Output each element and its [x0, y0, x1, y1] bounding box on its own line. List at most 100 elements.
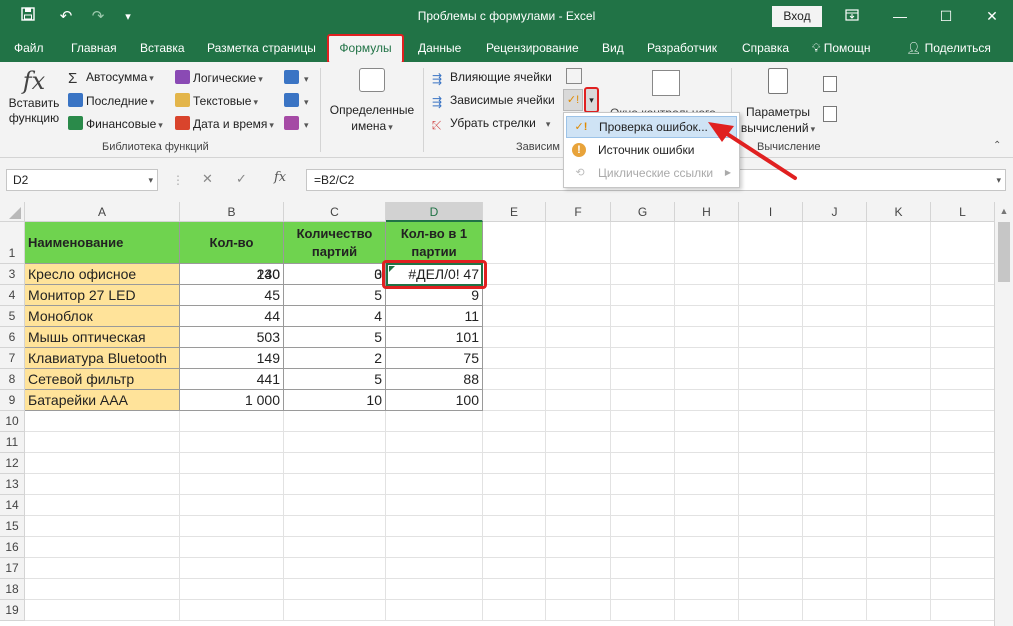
vertical-scrollbar[interactable]: ▲: [994, 202, 1013, 626]
insert-function-icon[interactable]: fx: [274, 170, 286, 185]
cell[interactable]: [483, 369, 546, 390]
cell[interactable]: [675, 327, 739, 348]
autosum-button[interactable]: Σ Автосумма ▾: [68, 70, 154, 87]
cell[interactable]: [867, 369, 931, 390]
table-cell[interactable]: 9: [386, 285, 483, 306]
column-header-l[interactable]: L: [931, 202, 995, 222]
cell[interactable]: [867, 516, 931, 537]
cell[interactable]: [867, 306, 931, 327]
table-cell[interactable]: Моноблок: [25, 306, 180, 327]
cell[interactable]: [867, 432, 931, 453]
cell[interactable]: [739, 579, 803, 600]
cell[interactable]: [803, 306, 867, 327]
cancel-icon[interactable]: ✕: [202, 171, 213, 187]
drag-handle-icon[interactable]: ⋮: [172, 173, 184, 187]
row-header-16[interactable]: 16: [0, 537, 25, 558]
cell[interactable]: [931, 327, 995, 348]
cell[interactable]: [546, 264, 611, 285]
table-cell[interactable]: 5: [284, 285, 386, 306]
row-header-3[interactable]: 3: [0, 264, 25, 285]
tab-insert[interactable]: Вставка: [140, 41, 185, 55]
cell[interactable]: [546, 222, 611, 264]
cell[interactable]: [180, 432, 284, 453]
cell[interactable]: [803, 369, 867, 390]
cell[interactable]: [867, 495, 931, 516]
cell[interactable]: [483, 495, 546, 516]
tab-view[interactable]: Вид: [602, 41, 624, 55]
cell[interactable]: [25, 453, 180, 474]
cell[interactable]: [483, 348, 546, 369]
cell[interactable]: [386, 432, 483, 453]
cell[interactable]: [931, 222, 995, 264]
cell[interactable]: [675, 222, 739, 264]
cell[interactable]: [675, 285, 739, 306]
cell[interactable]: [931, 285, 995, 306]
cell[interactable]: [867, 327, 931, 348]
cell[interactable]: [931, 411, 995, 432]
cell[interactable]: [675, 390, 739, 411]
cell[interactable]: [25, 516, 180, 537]
cell[interactable]: [180, 516, 284, 537]
cell[interactable]: [931, 348, 995, 369]
table-cell[interactable]: Сетевой фильтр: [25, 369, 180, 390]
table-cell[interactable]: Клавиатура Bluetooth: [25, 348, 180, 369]
collapse-ribbon-icon[interactable]: ⌃: [993, 140, 1001, 151]
cell[interactable]: [25, 432, 180, 453]
cell[interactable]: [739, 411, 803, 432]
cell[interactable]: [739, 432, 803, 453]
cell[interactable]: [546, 600, 611, 621]
table-cell[interactable]: 140: [180, 264, 284, 285]
row-header-13[interactable]: 13: [0, 474, 25, 495]
cell[interactable]: [675, 348, 739, 369]
share-button[interactable]: 👤︎ Поделиться: [906, 41, 991, 55]
tab-help[interactable]: Справка: [742, 41, 789, 55]
cell[interactable]: [803, 558, 867, 579]
cell[interactable]: [611, 327, 675, 348]
cell[interactable]: [483, 327, 546, 348]
cell[interactable]: [675, 537, 739, 558]
cell[interactable]: [284, 453, 386, 474]
cell[interactable]: [180, 411, 284, 432]
error-checking-dropdown[interactable]: ▾: [584, 87, 599, 113]
cell[interactable]: [739, 264, 803, 285]
cell[interactable]: [867, 558, 931, 579]
cell[interactable]: [675, 516, 739, 537]
cell[interactable]: [675, 306, 739, 327]
ribbon-display-options-icon[interactable]: [838, 5, 866, 27]
table-cell[interactable]: 3: [284, 264, 386, 285]
cell[interactable]: [803, 348, 867, 369]
cell[interactable]: [483, 600, 546, 621]
cell[interactable]: [611, 579, 675, 600]
cell[interactable]: [867, 285, 931, 306]
cell[interactable]: [546, 285, 611, 306]
cell[interactable]: [803, 390, 867, 411]
cell[interactable]: [803, 495, 867, 516]
row-header-5[interactable]: 5: [0, 306, 25, 327]
cell[interactable]: [284, 432, 386, 453]
cell[interactable]: [803, 474, 867, 495]
cell[interactable]: [386, 600, 483, 621]
cell[interactable]: [25, 600, 180, 621]
cell[interactable]: [675, 411, 739, 432]
cell[interactable]: [611, 474, 675, 495]
cell[interactable]: [546, 495, 611, 516]
table-cell[interactable]: Кресло офисное: [25, 264, 180, 285]
cell[interactable]: [739, 600, 803, 621]
tab-developer[interactable]: Разработчик: [647, 41, 717, 55]
cell[interactable]: [739, 348, 803, 369]
minimize-icon[interactable]: —: [886, 5, 914, 27]
cell[interactable]: [867, 390, 931, 411]
cell[interactable]: [931, 453, 995, 474]
cell[interactable]: [25, 537, 180, 558]
cell[interactable]: [675, 495, 739, 516]
table-cell[interactable]: 441: [180, 369, 284, 390]
column-header-j[interactable]: J: [803, 202, 867, 222]
cell[interactable]: [483, 537, 546, 558]
cell[interactable]: [611, 558, 675, 579]
row-header-12[interactable]: 12: [0, 453, 25, 474]
cell[interactable]: [546, 474, 611, 495]
cell[interactable]: [931, 264, 995, 285]
row-header-17[interactable]: 17: [0, 558, 25, 579]
cell[interactable]: [483, 285, 546, 306]
cell[interactable]: [867, 264, 931, 285]
